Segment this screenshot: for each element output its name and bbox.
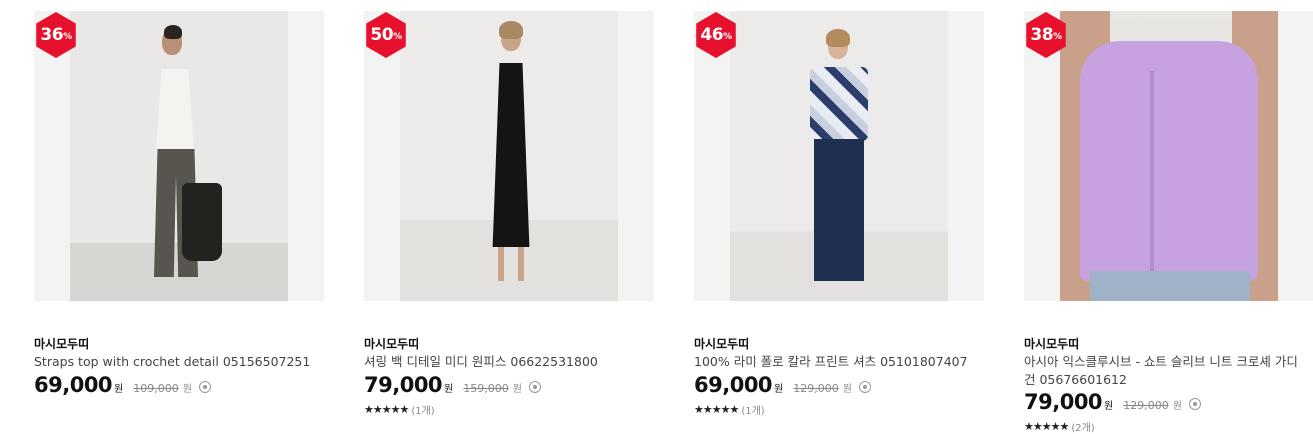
original-price: 109,000 xyxy=(133,382,179,395)
rating: ★★★★★ (2개) xyxy=(1024,419,1095,434)
percent-sign: % xyxy=(63,32,72,42)
product-card[interactable]: 36% 마시모두띠 Straps top with crochet detail… xyxy=(24,0,324,426)
info-icon[interactable] xyxy=(1188,398,1201,410)
discount-value: 38 xyxy=(1030,25,1054,45)
rating: ★★★★★ (1개) xyxy=(364,402,435,417)
sale-price: 79,000 xyxy=(364,373,443,397)
percent-sign: % xyxy=(393,32,402,42)
original-price: 129,000 xyxy=(793,382,839,395)
product-image[interactable] xyxy=(364,11,654,301)
original-price: 159,000 xyxy=(463,382,509,395)
star-rating-icon: ★★★★★ xyxy=(364,403,409,416)
product-name[interactable]: 아시아 익스클루시브 - 쇼트 슬리브 니트 크로셰 가디건 056766016… xyxy=(1024,353,1308,389)
product-image[interactable] xyxy=(1024,11,1313,301)
rating: ★★★★★ (1개) xyxy=(694,402,765,417)
product-image[interactable] xyxy=(34,11,324,301)
original-currency: 원 xyxy=(182,384,192,395)
product-name[interactable]: 100% 라미 폴로 칼라 프린트 셔츠 05101807407 xyxy=(694,353,986,371)
price-row: 79,000 원 129,000 원 xyxy=(1024,390,1201,414)
review-count: (1개) xyxy=(411,406,435,417)
original-price: 129,000 xyxy=(1123,399,1169,412)
original-currency: 원 xyxy=(512,384,522,395)
discount-value: 50 xyxy=(370,25,394,45)
currency: 원 xyxy=(114,384,124,395)
star-rating-icon: ★★★★★ xyxy=(694,403,739,416)
info-icon[interactable] xyxy=(528,381,541,393)
discount-value: 36 xyxy=(40,25,64,45)
brand-name: 마시모두띠 xyxy=(694,337,750,351)
star-rating-icon: ★★★★★ xyxy=(1024,420,1069,433)
percent-sign: % xyxy=(723,32,732,42)
product-name[interactable]: 셔링 백 디테일 미디 원피스 06622531800 xyxy=(364,353,656,371)
review-count: (2개) xyxy=(1071,423,1095,434)
brand-name: 마시모두띠 xyxy=(1024,337,1080,351)
price-row: 79,000 원 159,000 원 xyxy=(364,373,541,397)
info-icon[interactable] xyxy=(858,381,871,393)
original-currency: 원 xyxy=(842,384,852,395)
brand-name: 마시모두띠 xyxy=(364,337,420,351)
price-row: 69,000 원 109,000 원 xyxy=(34,373,211,397)
product-card[interactable]: 50% 마시모두띠 셔링 백 디테일 미디 원피스 06622531800 79… xyxy=(354,0,654,426)
currency: 원 xyxy=(774,384,784,395)
product-card[interactable]: 38% 마시모두띠 아시아 익스클루시브 - 쇼트 슬리브 니트 크로셰 가디건… xyxy=(1014,0,1313,434)
info-icon[interactable] xyxy=(198,381,211,393)
sale-price: 79,000 xyxy=(1024,390,1103,414)
currency: 원 xyxy=(1104,401,1114,412)
price-row: 69,000 원 129,000 원 xyxy=(694,373,871,397)
review-count: (1개) xyxy=(741,406,765,417)
product-card[interactable]: 46% 마시모두띠 100% 라미 폴로 칼라 프린트 셔츠 051018074… xyxy=(684,0,984,426)
product-name[interactable]: Straps top with crochet detail 051565072… xyxy=(34,353,326,371)
percent-sign: % xyxy=(1053,32,1062,42)
product-image[interactable] xyxy=(694,11,984,301)
original-currency: 원 xyxy=(1172,401,1182,412)
currency: 원 xyxy=(444,384,454,395)
brand-name: 마시모두띠 xyxy=(34,337,90,351)
discount-value: 46 xyxy=(700,25,724,45)
sale-price: 69,000 xyxy=(694,373,773,397)
sale-price: 69,000 xyxy=(34,373,113,397)
